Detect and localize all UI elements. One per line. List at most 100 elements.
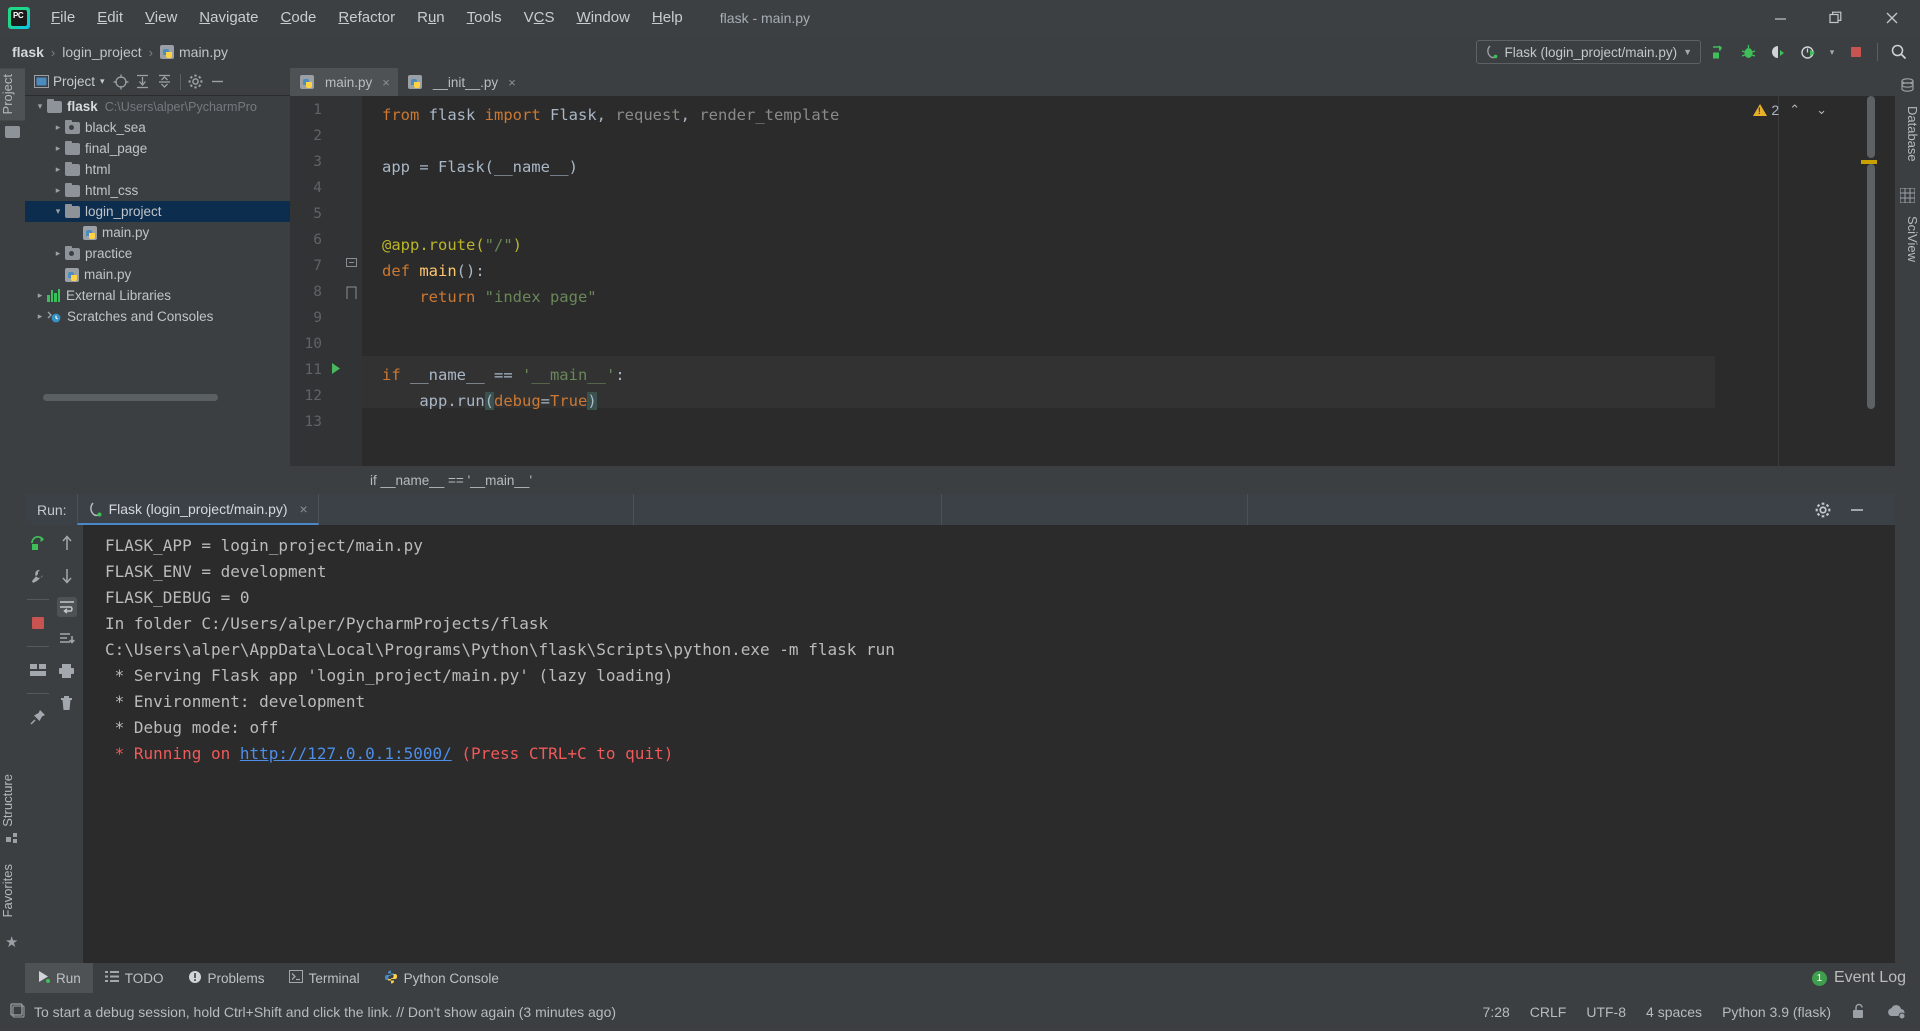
code-fold-icon[interactable] — [344, 284, 358, 303]
editor-gutter[interactable]: 1 2 3 4 5 6 7 8 9 10 11 12 13 — [290, 96, 362, 466]
tree-item[interactable]: ▸ html — [25, 159, 290, 180]
menu-help[interactable]: Help — [641, 0, 694, 36]
project-panel-title[interactable]: Project ▾ — [53, 74, 105, 89]
hide-panel-icon[interactable] — [1847, 500, 1867, 520]
chevron-right-icon[interactable]: ▸ — [33, 311, 47, 322]
tree-item[interactable]: ▸ html_css — [25, 180, 290, 201]
tree-item[interactable]: main.py — [25, 222, 290, 243]
next-problem-icon[interactable]: ⌄ — [1810, 102, 1833, 118]
up-arrow-icon[interactable] — [57, 533, 77, 553]
code-fold-icon[interactable] — [344, 258, 358, 272]
scroll-to-end-icon[interactable] — [57, 629, 77, 649]
locate-target-icon[interactable] — [111, 72, 131, 92]
coverage-icon[interactable] — [1765, 39, 1791, 65]
chevron-right-icon[interactable]: ▸ — [51, 248, 65, 259]
chevron-right-icon[interactable]: ▸ — [51, 122, 65, 133]
code-line[interactable]: if __name__ == '__main__': — [382, 362, 625, 388]
profile-icon[interactable] — [1795, 39, 1821, 65]
pin-icon[interactable] — [28, 707, 48, 727]
tree-item[interactable]: ▾ flask C:\Users\alper\PycharmPro — [25, 96, 290, 117]
breadcrumb-item-flask[interactable]: flask — [12, 44, 44, 60]
tab-main-py[interactable]: main.py × — [290, 68, 398, 96]
sidebar-item-project[interactable]: Project — [0, 68, 25, 121]
code-line[interactable]: app.run(debug=True) — [382, 388, 597, 414]
menu-run[interactable]: Run — [406, 0, 456, 36]
code-line[interactable]: app = Flask(__name__) — [382, 154, 578, 180]
close-icon[interactable]: × — [382, 75, 390, 90]
chevron-down-icon[interactable]: ▾ — [51, 206, 65, 217]
run-configuration-selector[interactable]: Flask (login_project/main.py) ▼ — [1475, 40, 1701, 64]
search-icon[interactable] — [1886, 39, 1912, 65]
menu-vcs[interactable]: VCS — [513, 0, 566, 36]
tree-horizontal-scrollbar[interactable] — [43, 394, 218, 401]
menu-tools[interactable]: Tools — [456, 0, 513, 36]
trash-icon[interactable] — [57, 693, 77, 713]
status-message[interactable]: To start a debug session, hold Ctrl+Shif… — [34, 1004, 616, 1020]
breadcrumb-item-login_project[interactable]: login_project — [62, 44, 141, 60]
profile-dropdown-chevron-icon[interactable]: ▾ — [1825, 39, 1839, 65]
run-button[interactable] — [1705, 39, 1731, 65]
settings-gear-icon[interactable] — [1813, 500, 1833, 520]
tab-run[interactable]: Run — [25, 963, 93, 993]
tree-item[interactable]: ▸ External Libraries — [25, 285, 290, 306]
chevron-right-icon[interactable]: ▸ — [51, 164, 65, 175]
expand-all-icon[interactable] — [133, 72, 153, 92]
editor-vertical-scrollbar-thumb[interactable] — [1867, 164, 1875, 409]
console-link[interactable]: http://127.0.0.1:5000/ — [240, 744, 452, 763]
sidebar-item-database[interactable]: Database — [1895, 100, 1920, 168]
soft-wrap-icon[interactable] — [56, 597, 77, 617]
sidebar-item-favorites[interactable]: Favorites — [0, 858, 25, 923]
tab-todo[interactable]: TODO — [93, 963, 176, 993]
unlocked-icon[interactable] — [1851, 1003, 1866, 1022]
code-content[interactable]: from flask import Flask, request, render… — [362, 96, 1895, 466]
file-encoding[interactable]: UTF-8 — [1586, 1004, 1626, 1020]
tree-item[interactable]: ▸ final_page — [25, 138, 290, 159]
chevron-down-icon[interactable]: ▼ — [1683, 47, 1692, 57]
tab-terminal[interactable]: Terminal — [277, 963, 372, 993]
stop-button[interactable] — [1843, 39, 1869, 65]
sidebar-item-structure[interactable]: Structure — [0, 768, 25, 833]
settings-gear-icon[interactable] — [186, 72, 206, 92]
maximize-icon[interactable] — [1808, 0, 1864, 36]
python-interpreter[interactable]: Python 3.9 (flask) — [1722, 1004, 1831, 1020]
tree-item[interactable]: ▾ login_project — [25, 201, 290, 222]
chevron-right-icon[interactable]: ▸ — [51, 143, 65, 154]
line-separator[interactable]: CRLF — [1530, 1004, 1567, 1020]
menu-window[interactable]: Window — [566, 0, 641, 36]
menu-edit[interactable]: Edit — [86, 0, 134, 36]
project-tree[interactable]: ▾ flask C:\Users\alper\PycharmPro ▸ black_se… — [25, 96, 290, 391]
rerun-icon[interactable] — [28, 533, 48, 553]
previous-problem-icon[interactable]: ⌃ — [1783, 102, 1806, 118]
console-output[interactable]: FLASK_APP = login_project/main.py FLASK_E… — [83, 525, 1895, 963]
status-message-area[interactable]: To start a debug session, hold Ctrl+Shif… — [0, 1003, 616, 1021]
wrench-icon[interactable] — [28, 566, 48, 586]
close-icon[interactable] — [1864, 0, 1920, 36]
menu-view[interactable]: View — [134, 0, 188, 36]
print-icon[interactable] — [57, 661, 77, 681]
close-icon[interactable]: × — [300, 501, 308, 517]
minimize-icon[interactable] — [1752, 0, 1808, 36]
menu-refactor[interactable]: Refactor — [327, 0, 406, 36]
code-line[interactable]: @app.route("/") — [382, 232, 522, 258]
code-line[interactable]: return "index page" — [382, 284, 596, 310]
chevron-right-icon[interactable]: ▸ — [51, 185, 65, 196]
tree-item[interactable]: main.py — [25, 264, 290, 285]
menu-navigate[interactable]: Navigate — [188, 0, 269, 36]
tree-item[interactable]: ▸ practice — [25, 243, 290, 264]
code-line[interactable]: from flask import Flask, request, render… — [382, 102, 839, 128]
layout-icon[interactable] — [28, 660, 48, 680]
code-editor[interactable]: 1 2 3 4 5 6 7 8 9 10 11 12 13 from flask import Flas… — [290, 96, 1895, 466]
editor-vertical-scrollbar[interactable] — [1867, 96, 1875, 158]
hide-panel-icon[interactable] — [208, 72, 228, 92]
menu-file[interactable]: File — [40, 0, 86, 36]
chevron-down-icon[interactable]: ▾ — [33, 101, 47, 112]
menu-code[interactable]: Code — [270, 0, 328, 36]
event-log-widget[interactable]: 1 Event Log — [1811, 963, 1906, 993]
caret-position[interactable]: 7:28 — [1483, 1004, 1510, 1020]
tab-python-console[interactable]: Python Console — [372, 963, 511, 993]
breadcrumb-context[interactable]: if __name__ == '__main__' — [370, 473, 532, 488]
sidebar-item-sciview[interactable]: SciView — [1895, 210, 1920, 268]
down-arrow-icon[interactable] — [57, 565, 77, 585]
cloud-sync-icon[interactable] — [1886, 1003, 1906, 1022]
run-gutter-icon[interactable] — [330, 362, 342, 378]
